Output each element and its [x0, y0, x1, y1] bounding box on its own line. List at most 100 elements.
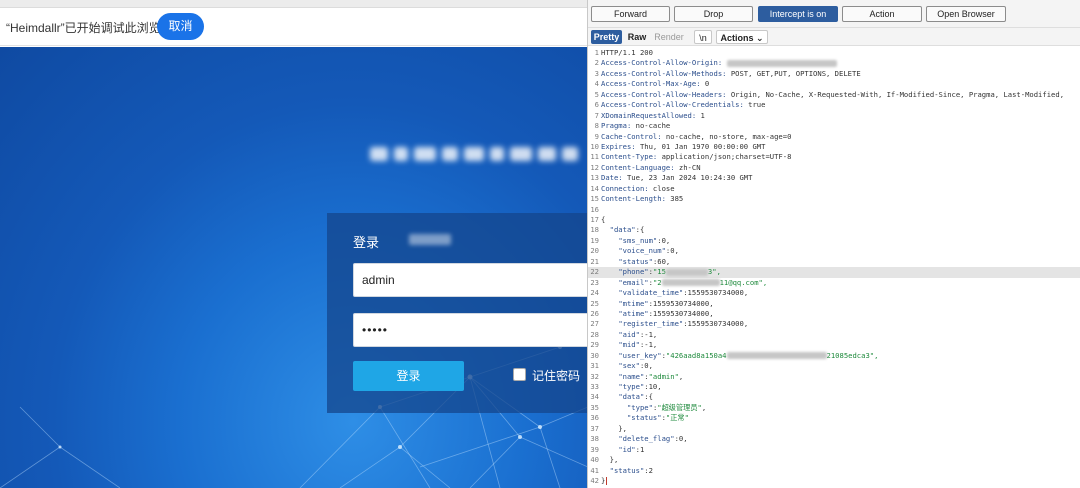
forward-button[interactable]: Forward — [591, 6, 670, 22]
response-line: 38 "delete_flag":0, — [588, 434, 1080, 444]
line-text: "status":2 — [609, 465, 653, 475]
line-number: 30 — [590, 350, 599, 360]
line-number: 26 — [590, 308, 599, 318]
line-number: 7 — [594, 110, 599, 120]
newline-toggle[interactable]: \n — [694, 30, 712, 44]
line-text: "voice_num":0, — [618, 246, 679, 256]
response-line: 29 "mid":-1, — [588, 340, 1080, 350]
debug-message: “Heimdallr”已开始调试此浏览器 — [6, 21, 173, 35]
drop-button[interactable]: Drop — [674, 6, 753, 22]
line-number: 6 — [594, 100, 599, 110]
line-text: Connection: close — [601, 183, 675, 193]
line-text: "id":1 — [618, 444, 645, 454]
line-number: 3 — [594, 68, 599, 78]
line-text: "email":"2 — [618, 277, 662, 287]
line-number: 15 — [590, 194, 599, 204]
response-line: 37 }, — [588, 424, 1080, 434]
redacted-value — [665, 268, 708, 276]
cancel-debug-button[interactable]: 取消 — [157, 13, 204, 40]
line-text: { — [601, 215, 606, 224]
line-number: 23 — [590, 277, 599, 287]
open-browser-button[interactable]: Open Browser — [926, 6, 1006, 22]
browser-page: “Heimdallr”已开始调试此浏览器 取消 登录 admin ••••• 登… — [0, 0, 588, 488]
line-number: 42 — [590, 475, 599, 485]
line-number: 10 — [590, 141, 599, 151]
line-text: "sms_num":0, — [618, 235, 671, 245]
response-line: 23 "email":"2 11@qq.com", — [588, 278, 1080, 288]
response-line: 15 Content-Length: 385 — [588, 194, 1080, 204]
response-line: 12 Content-Language: zh-CN — [588, 163, 1080, 173]
response-line: 40 }, — [588, 455, 1080, 465]
login-subtitle-redacted — [409, 234, 451, 245]
redacted-value — [726, 352, 827, 360]
response-line: 4 Access-Control-Max-Age: 0 — [588, 79, 1080, 89]
password-input[interactable]: ••••• — [353, 313, 588, 347]
actions-dropdown[interactable]: Actions ⌄ — [716, 30, 768, 44]
line-text: "mtime":1559530734000, — [618, 298, 714, 308]
response-line: 13 Date: Tue, 23 Jan 2024 10:24:30 GMT — [588, 173, 1080, 183]
login-panel: 登录 admin ••••• 登录 记住密码 — [327, 213, 588, 413]
line-number: 11 — [590, 152, 599, 162]
line-text: Access-Control-Allow-Origin: — [601, 58, 723, 68]
response-line: 8 Pragma: no-cache — [588, 121, 1080, 131]
line-number: 31 — [590, 361, 599, 371]
line-text: "data":{ — [618, 392, 653, 402]
line-text: "status":60, — [618, 256, 671, 266]
tab-pretty[interactable]: Pretty — [591, 30, 622, 44]
line-text: Content-Type: application/json;charset=U… — [601, 152, 792, 162]
response-line: 35 "type":"超级管理员", — [588, 403, 1080, 413]
line-text: Access-Control-Max-Age: 0 — [601, 79, 710, 89]
login-button[interactable]: 登录 — [353, 361, 464, 391]
tab-render[interactable]: Render — [652, 30, 686, 44]
line-number: 27 — [590, 319, 599, 329]
line-text: Content-Language: zh-CN — [601, 162, 701, 172]
intercept-toggle-button[interactable]: Intercept is on — [758, 6, 838, 22]
line-text: Content-Length: 385 — [601, 194, 684, 204]
line-number: 37 — [590, 423, 599, 433]
response-line: 28 "aid":-1, — [588, 330, 1080, 340]
line-number: 12 — [590, 162, 599, 172]
line-text: }, — [601, 423, 627, 433]
line-number: 18 — [590, 225, 599, 235]
response-line: 18 "data":{ — [588, 225, 1080, 235]
text-cursor — [606, 476, 608, 485]
login-title: 登录 — [353, 235, 380, 250]
line-number: 35 — [590, 402, 599, 412]
line-text: "sex":0, — [618, 361, 653, 371]
line-number: 19 — [590, 235, 599, 245]
burp-intercept-panel: Forward Drop Intercept is on Action Open… — [587, 0, 1080, 488]
line-text-tail: 3", — [707, 267, 721, 277]
line-number: 17 — [590, 215, 599, 224]
remember-password-checkbox[interactable] — [513, 368, 526, 381]
response-line: 36 "status":"正常" — [588, 413, 1080, 423]
line-text: "delete_flag":0, — [618, 434, 688, 444]
line-text: Access-Control-Allow-Credentials: true — [601, 100, 766, 110]
tab-raw[interactable]: Raw — [626, 30, 648, 44]
site-title-redacted — [370, 147, 588, 165]
response-line: 1 HTTP/1.1 200 — [588, 48, 1080, 58]
response-line: 25 "mtime":1559530734000, — [588, 299, 1080, 309]
line-number: 21 — [590, 256, 599, 266]
line-text: Access-Control-Allow-Headers: Origin, No… — [601, 89, 1065, 99]
line-number: 4 — [594, 79, 599, 89]
response-line: 7 XDomainRequestAllowed: 1 — [588, 111, 1080, 121]
line-number: 2 — [594, 58, 599, 68]
action-button[interactable]: Action — [842, 6, 922, 22]
message-view-tabs: Pretty Raw Render \n Actions ⌄ — [588, 28, 1080, 46]
line-text: "type":"超级管理员", — [626, 402, 707, 412]
response-line: 27 "register_time":1559530734000, — [588, 319, 1080, 329]
line-text-tail: 21085edca3", — [826, 350, 879, 360]
line-number: 34 — [590, 392, 599, 402]
line-text: Access-Control-Allow-Methods: POST, GET,… — [601, 68, 861, 78]
username-input[interactable]: admin — [353, 263, 588, 297]
response-line: 33 "type":10, — [588, 382, 1080, 392]
line-number: 1 — [594, 48, 599, 57]
line-number: 24 — [590, 288, 599, 298]
line-text: Date: Tue, 23 Jan 2024 10:24:30 GMT — [601, 173, 753, 183]
intercept-toolbar: Forward Drop Intercept is on Action Open… — [588, 0, 1080, 28]
response-editor[interactable]: 1 HTTP/1.1 200 2 Access-Control-Allow-Origi… — [588, 48, 1080, 488]
line-number: 20 — [590, 246, 599, 256]
line-text: XDomainRequestAllowed: 1 — [601, 110, 705, 120]
response-line: 42} — [588, 476, 1080, 486]
line-number: 36 — [590, 413, 599, 423]
